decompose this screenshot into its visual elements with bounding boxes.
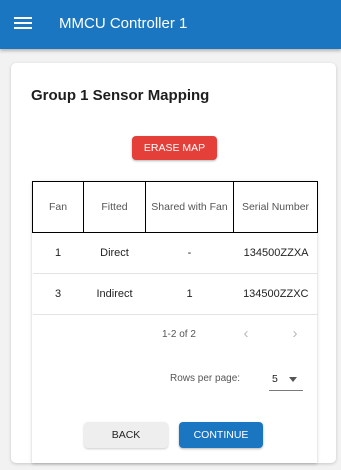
table-header-row: Fan Fitted Shared with Fan Serial Number bbox=[32, 181, 318, 233]
app-title: MMCU Controller 1 bbox=[59, 15, 188, 32]
cell-fitted: Direct bbox=[83, 232, 146, 274]
column-header-fan: Fan bbox=[32, 181, 84, 233]
continue-button[interactable]: CONTINUE bbox=[179, 422, 263, 448]
hamburger-menu-icon[interactable] bbox=[14, 16, 32, 30]
cell-shared-with-fan: - bbox=[145, 232, 234, 274]
back-button[interactable]: BACK bbox=[84, 422, 168, 448]
sensor-table-container: Fan Fitted Shared with Fan Serial Number… bbox=[32, 181, 318, 463]
column-header-shared-with-fan: Shared with Fan bbox=[145, 181, 234, 233]
pagination-range: 1-2 of 2 bbox=[162, 329, 196, 340]
rows-per-page-value: 5 bbox=[272, 373, 278, 385]
mapping-card: Group 1 Sensor Mapping ERASE MAP Fan Fit… bbox=[11, 63, 336, 463]
erase-map-button[interactable]: ERASE MAP bbox=[132, 136, 217, 160]
column-header-serial-number: Serial Number bbox=[233, 181, 318, 233]
app-bar: MMCU Controller 1 bbox=[0, 0, 341, 49]
cell-serial-number: 134500ZZXA bbox=[233, 232, 318, 274]
table-pagination: 1-2 of 2 ‹ › Rows per page: 5 bbox=[32, 314, 317, 404]
cell-shared-with-fan: 1 bbox=[145, 273, 234, 315]
card-title: Group 1 Sensor Mapping bbox=[31, 87, 210, 104]
chevron-left-icon[interactable]: ‹ bbox=[235, 323, 257, 345]
rows-per-page-label: Rows per page: bbox=[170, 373, 241, 384]
cell-fitted: Indirect bbox=[83, 273, 146, 315]
sensor-table: Fan Fitted Shared with Fan Serial Number… bbox=[32, 181, 318, 315]
table-row[interactable]: 1 Direct - 134500ZZXA bbox=[32, 232, 318, 274]
column-header-fitted: Fitted bbox=[83, 181, 146, 233]
cell-fan: 1 bbox=[32, 232, 84, 274]
rows-per-page-select[interactable]: 5 bbox=[269, 367, 303, 391]
chevron-right-icon[interactable]: › bbox=[284, 323, 306, 345]
cell-serial-number: 134500ZZXC bbox=[233, 273, 318, 315]
cell-fan: 3 bbox=[32, 273, 84, 315]
table-row[interactable]: 3 Indirect 1 134500ZZXC bbox=[32, 273, 318, 315]
caret-down-icon bbox=[289, 377, 297, 382]
